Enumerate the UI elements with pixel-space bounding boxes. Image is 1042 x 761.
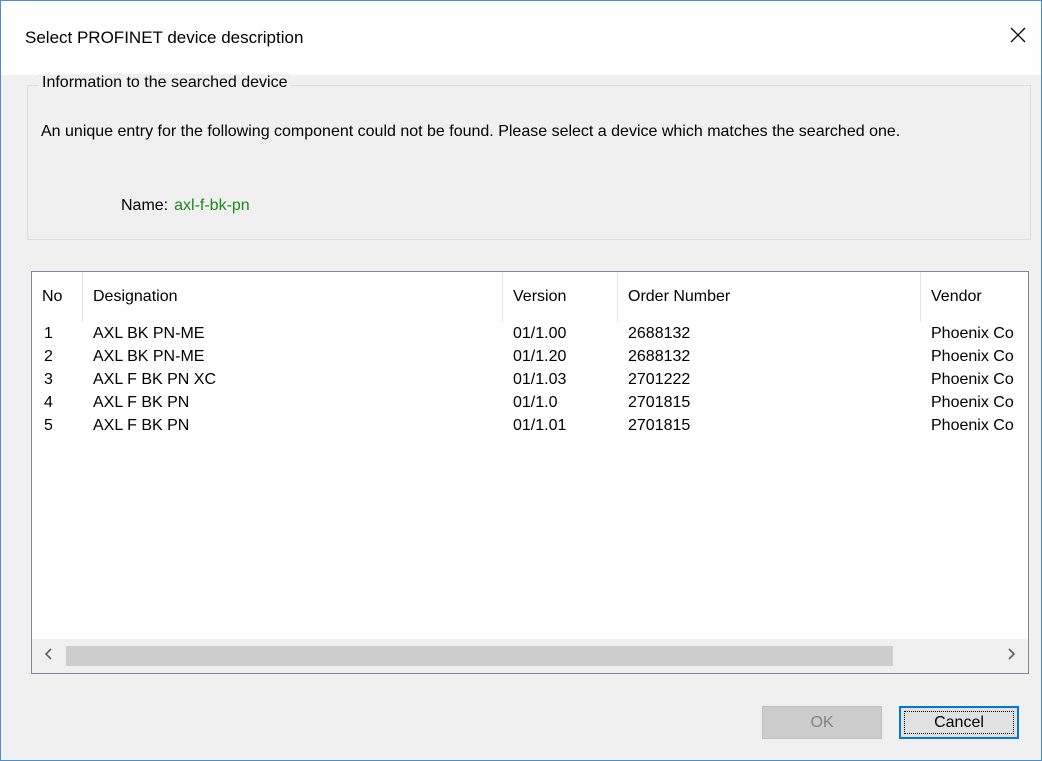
groupbox-label: Information to the searched device bbox=[38, 74, 292, 92]
cell-designation: AXL F BK PN XC bbox=[93, 371, 216, 388]
cell-version: 01/1.00 bbox=[513, 325, 567, 342]
name-label: Name: bbox=[121, 197, 169, 214]
cell-version: 01/1.20 bbox=[513, 348, 567, 365]
device-name-row: Name: axl-f-bk-pn bbox=[121, 197, 250, 215]
column-header-designation[interactable]: Designation bbox=[83, 272, 503, 322]
cell-no: 5 bbox=[44, 417, 53, 434]
cell-version: 01/1.01 bbox=[513, 417, 567, 434]
cell-vendor: Phoenix Co bbox=[931, 325, 1014, 342]
ok-button[interactable]: OK bbox=[762, 706, 882, 739]
cell-no: 3 bbox=[44, 371, 53, 388]
cell-order-number: 2701815 bbox=[628, 417, 691, 434]
dialog-window: Select PROFINET device description Infor… bbox=[0, 0, 1042, 761]
table-row[interactable]: 5 AXL F BK PN 01/1.01 2701815 Phoenix Co bbox=[32, 417, 1028, 440]
focus-ring bbox=[904, 711, 1014, 734]
cell-vendor: Phoenix Co bbox=[931, 417, 1014, 434]
cell-no: 1 bbox=[44, 325, 53, 342]
info-message: An unique entry for the following compon… bbox=[41, 123, 901, 140]
horizontal-scrollbar[interactable] bbox=[32, 639, 1028, 673]
table-row[interactable]: 4 AXL F BK PN 01/1.0 2701815 Phoenix Co bbox=[32, 394, 1028, 417]
table-row[interactable]: 1 AXL BK PN-ME 01/1.00 2688132 Phoenix C… bbox=[32, 325, 1028, 348]
cell-vendor: Phoenix Co bbox=[931, 348, 1014, 365]
close-icon bbox=[1009, 26, 1027, 44]
cell-vendor: Phoenix Co bbox=[931, 394, 1014, 411]
info-groupbox bbox=[27, 85, 1031, 240]
name-value: axl-f-bk-pn bbox=[174, 197, 250, 214]
cell-vendor: Phoenix Co bbox=[931, 371, 1014, 388]
column-header-no[interactable]: No bbox=[32, 272, 83, 322]
cell-designation: AXL BK PN-ME bbox=[93, 348, 205, 365]
cell-order-number: 2688132 bbox=[628, 348, 691, 365]
cancel-button[interactable]: Cancel bbox=[899, 706, 1019, 739]
column-header-order-number[interactable]: Order Number bbox=[618, 272, 921, 322]
device-list[interactable]: No Designation Version Order Number Vend… bbox=[31, 271, 1029, 674]
chevron-right-icon bbox=[1006, 647, 1016, 665]
cell-order-number: 2701222 bbox=[628, 371, 691, 388]
cell-version: 01/1.0 bbox=[513, 394, 558, 411]
cell-order-number: 2701815 bbox=[628, 394, 691, 411]
close-button[interactable] bbox=[995, 15, 1041, 55]
cell-version: 01/1.03 bbox=[513, 371, 567, 388]
table-row[interactable]: 2 AXL BK PN-ME 01/1.20 2688132 Phoenix C… bbox=[32, 348, 1028, 371]
window-title: Select PROFINET device description bbox=[25, 28, 304, 47]
scroll-left-button[interactable] bbox=[32, 639, 66, 673]
column-header-vendor[interactable]: Vendor bbox=[921, 272, 1028, 322]
cell-order-number: 2688132 bbox=[628, 325, 691, 342]
column-header-version[interactable]: Version bbox=[503, 272, 618, 322]
scroll-right-button[interactable] bbox=[994, 639, 1028, 673]
cell-no: 2 bbox=[44, 348, 53, 365]
chevron-left-icon bbox=[44, 647, 54, 665]
cell-designation: AXL F BK PN bbox=[93, 417, 190, 434]
cell-no: 4 bbox=[44, 394, 53, 411]
table-row[interactable]: 3 AXL F BK PN XC 01/1.03 2701222 Phoenix… bbox=[32, 371, 1028, 394]
cell-designation: AXL F BK PN bbox=[93, 394, 190, 411]
scrollbar-thumb[interactable] bbox=[66, 646, 893, 666]
title-bar: Select PROFINET device description bbox=[1, 1, 1041, 75]
cell-designation: AXL BK PN-ME bbox=[93, 325, 205, 342]
